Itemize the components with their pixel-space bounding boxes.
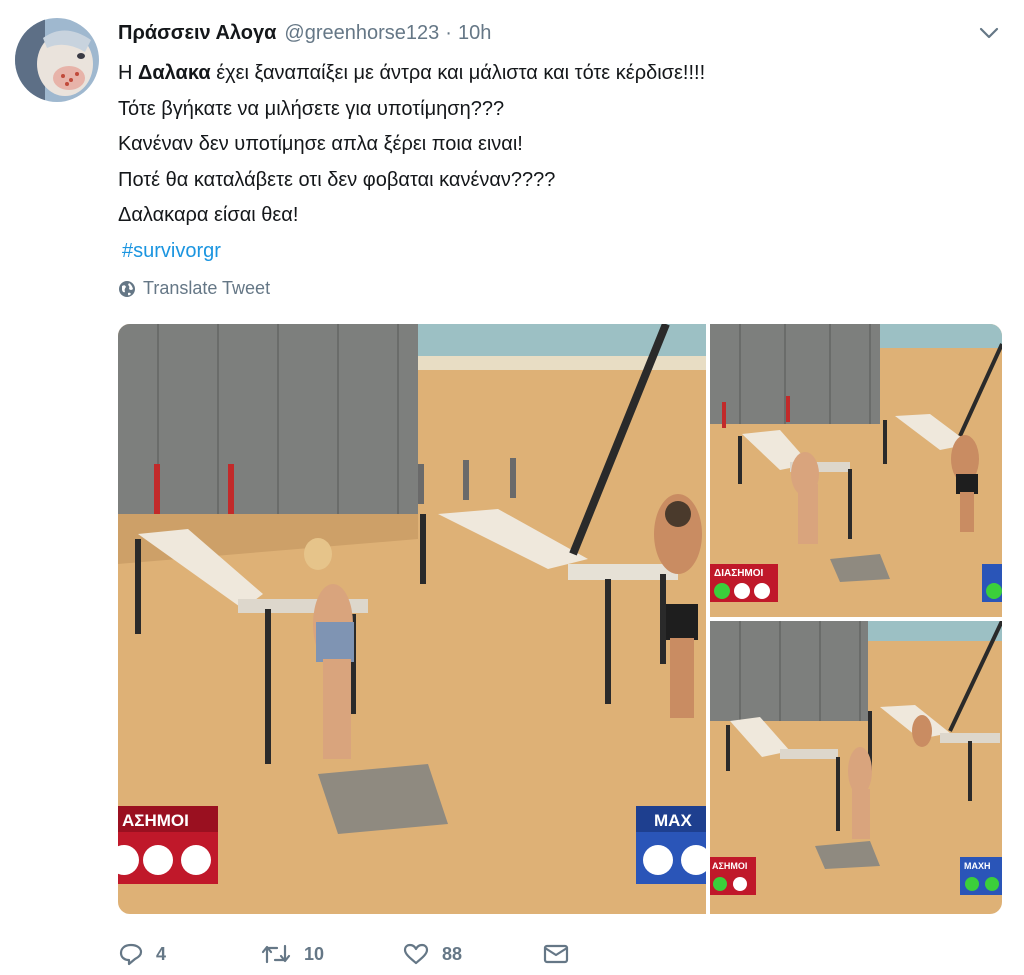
globe-icon (119, 280, 135, 297)
tweet-line-1-end: έχει ξαναπαίξει με άντρα και μάλιστα και… (210, 62, 706, 84)
media-grid: ΑΣΗΜΟΙ ΜΑΧ ΔΙΑΣΗΜΟΙ ΑΣΗΜΟΙ ΜΑΧΗ (118, 324, 1002, 914)
tweet-line-2: Τότε βγήκατε να μιλήσετε για υποτίμηση??… (118, 97, 505, 120)
translate-tweet-link[interactable]: Translate Tweet (118, 278, 270, 299)
media-small-label-red-2: ΑΣΗΜΟΙ (712, 861, 747, 871)
tweet-line-1-start: Η (118, 62, 138, 84)
retweet-button[interactable]: 10 (260, 942, 324, 966)
tweet-header: Πράσσειν Αλογα @greenhorse123 · 10h (118, 18, 1004, 48)
tweet-line-5: Δαλακαρα είσαι θεα! (118, 204, 299, 226)
heart-icon (403, 943, 429, 965)
media-label-left: ΑΣΗΜΟΙ (122, 811, 189, 830)
media-small-label-blue: ΜΑΧΗ (964, 861, 991, 871)
timestamp[interactable]: 10h (458, 22, 491, 45)
like-button[interactable]: 88 (402, 942, 462, 966)
hashtag-link[interactable]: #survivorgr (122, 240, 221, 262)
tweet-line-1: Η Δαλακα έχει ξαναπαίξει με άντρα και μά… (118, 56, 938, 92)
user-handle[interactable]: @greenhorse123 (284, 22, 439, 45)
tweet-line-1-bold: Δαλακα (138, 62, 211, 84)
reply-button[interactable]: 4 (118, 942, 166, 966)
reply-count: 4 (156, 943, 167, 964)
avatar[interactable] (15, 18, 99, 102)
retweet-count: 10 (304, 943, 325, 964)
chevron-down-icon[interactable] (974, 18, 1004, 48)
retweet-icon (261, 944, 291, 964)
direct-message-button[interactable] (542, 942, 570, 966)
media-photo-large[interactable]: ΑΣΗΜΟΙ ΜΑΧ (118, 324, 706, 914)
media-photo-bottom-right[interactable]: ΑΣΗΜΟΙ ΜΑΧΗ (710, 621, 1002, 914)
translate-label: Translate Tweet (143, 278, 271, 298)
hashtag-line: #survivorgr (118, 234, 938, 270)
separator-dot: · (445, 21, 452, 44)
display-name[interactable]: Πράσσειν Αλογα (118, 22, 276, 45)
reply-icon (119, 943, 143, 966)
tweet-line-4: Ποτέ θα καταλάβετε οτι δεν φοβαται κανέν… (118, 168, 556, 191)
media-photo-top-right[interactable]: ΔΙΑΣΗΜΟΙ (710, 324, 1002, 617)
tweet-text: Η Δαλακα έχει ξαναπαίξει με άντρα και μά… (118, 56, 938, 269)
tweet-line-3: Κανέναν δεν υποτίμησε απλα ξέρει ποια ει… (118, 133, 523, 155)
media-label-right: ΜΑΧ (654, 811, 692, 830)
like-count: 88 (442, 943, 463, 964)
envelope-icon (543, 944, 569, 964)
avatar-image (15, 18, 99, 102)
media-small-label-red-1: ΔΙΑΣΗΜΟΙ (714, 568, 764, 579)
